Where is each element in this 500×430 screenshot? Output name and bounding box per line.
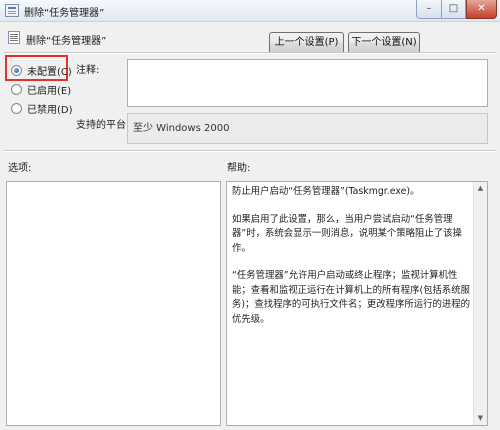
options-pane[interactable] bbox=[6, 181, 221, 426]
policy-name: 删除“任务管理器” bbox=[26, 36, 107, 47]
radio-label: 未配置(C) bbox=[27, 66, 72, 78]
scroll-down-icon[interactable]: ▼ bbox=[474, 412, 487, 425]
help-text: 防止用户启动“任务管理器”(Taskmgr.exe)。 如果启用了此设置，那么，… bbox=[232, 185, 472, 340]
comment-textarea[interactable] bbox=[127, 59, 488, 107]
minimize-icon[interactable]: – bbox=[416, 0, 442, 19]
app-icon bbox=[5, 4, 19, 17]
radio-enabled[interactable]: 已启用(E) bbox=[11, 82, 72, 97]
title-bar: 删除“任务管理器” – □ ✕ bbox=[0, 0, 500, 22]
window-title: 删除“任务管理器” bbox=[24, 8, 105, 19]
policy-icon bbox=[8, 31, 20, 44]
help-paragraph: “任务管理器”允许用户启动或终止程序；监视计算机性能；查看和监视正运行在计算机上… bbox=[232, 270, 471, 325]
radio-disabled[interactable]: 已禁用(D) bbox=[11, 101, 73, 116]
help-label: 帮助: bbox=[227, 163, 251, 174]
radio-label: 已禁用(D) bbox=[27, 104, 73, 116]
radio-icon[interactable] bbox=[11, 83, 22, 95]
options-label: 选项: bbox=[8, 163, 32, 174]
radio-icon[interactable] bbox=[11, 102, 22, 114]
supported-platform-value: 至少 Windows 2000 bbox=[127, 113, 488, 144]
help-pane[interactable]: 防止用户启动“任务管理器”(Taskmgr.exe)。 如果启用了此设置，那么，… bbox=[226, 181, 488, 426]
next-setting-button[interactable]: 下一个设置(N) bbox=[348, 32, 420, 54]
help-scrollbar[interactable]: ▲ ▼ bbox=[473, 182, 487, 425]
radio-selected-icon[interactable] bbox=[11, 64, 22, 76]
comment-label: 注释: bbox=[76, 65, 100, 76]
radio-label: 已启用(E) bbox=[27, 85, 72, 97]
scroll-up-icon[interactable]: ▲ bbox=[474, 182, 487, 195]
help-paragraph: 如果启用了此设置，那么，当用户尝试启动“任务管理器”时，系统会显示一则消息，说明… bbox=[232, 213, 462, 254]
divider bbox=[4, 52, 496, 54]
radio-not-configured[interactable]: 未配置(C) bbox=[11, 63, 72, 78]
supported-platform-label: 支持的平台: bbox=[76, 120, 130, 131]
maximize-icon[interactable]: □ bbox=[442, 0, 466, 19]
previous-setting-button[interactable]: 上一个设置(P) bbox=[269, 32, 344, 54]
divider bbox=[4, 150, 496, 152]
help-paragraph: 防止用户启动“任务管理器”(Taskmgr.exe)。 bbox=[232, 186, 420, 197]
close-icon[interactable]: ✕ bbox=[466, 0, 497, 19]
